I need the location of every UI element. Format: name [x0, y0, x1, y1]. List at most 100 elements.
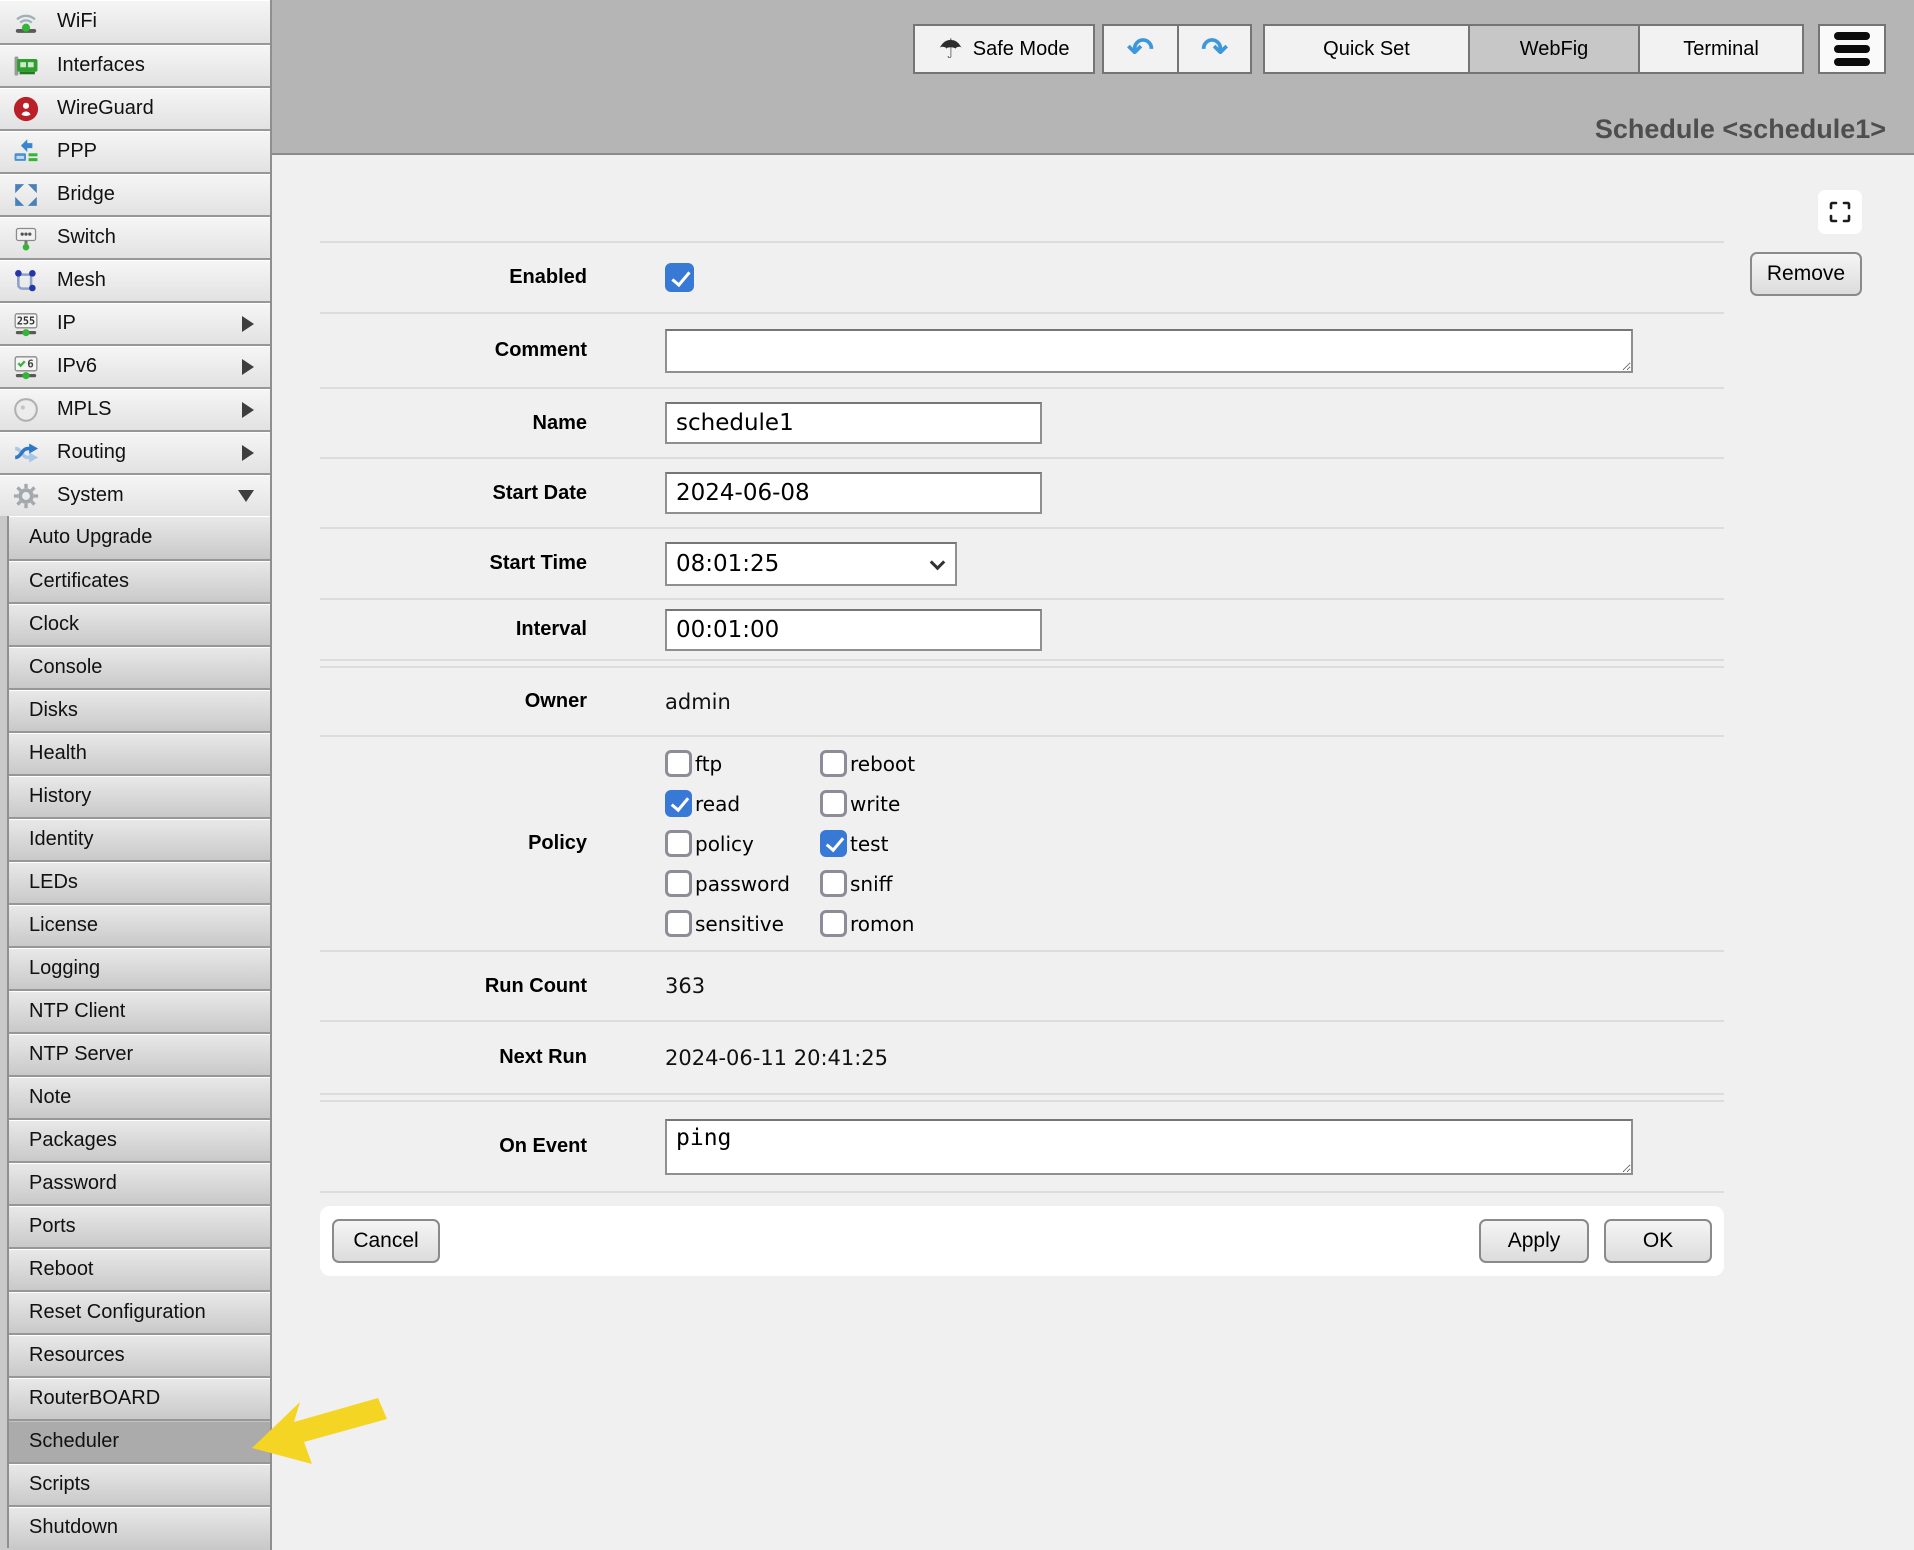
sidebar-item-label: Clock	[29, 613, 79, 636]
comment-input[interactable]	[665, 329, 1633, 373]
sidebar-item-note[interactable]: Note	[9, 1075, 270, 1118]
sidebar-item-mesh[interactable]: Mesh	[0, 258, 270, 301]
start-time-select[interactable]: 08:01:25	[665, 542, 957, 586]
safe-mode-button[interactable]: ☂ Safe Mode	[913, 24, 1095, 74]
sidebar-item-interfaces[interactable]: Interfaces	[0, 43, 270, 86]
undo-icon: ↶	[1127, 30, 1154, 68]
policy-option-reboot: reboot	[820, 750, 975, 777]
remove-button[interactable]: Remove	[1750, 252, 1862, 296]
owner-row: Owner admin	[320, 668, 1724, 735]
menu-icon	[1834, 32, 1870, 40]
sidebar-item-resources[interactable]: Resources	[9, 1333, 270, 1376]
policy-option-password: password	[665, 870, 820, 897]
sidebar-item-label: IP	[57, 312, 76, 335]
sidebar-item-label: History	[29, 785, 91, 808]
sidebar-item-routing[interactable]: Routing	[0, 430, 270, 473]
checkbox-password[interactable]	[665, 870, 692, 897]
next-run-value: 2024-06-11 20:41:25	[665, 1046, 888, 1070]
policy-option-label: test	[850, 832, 888, 856]
undo-button[interactable]: ↶	[1104, 26, 1177, 72]
sidebar-item-license[interactable]: License	[9, 903, 270, 946]
checkbox-sniff[interactable]	[820, 870, 847, 897]
name-input[interactable]	[665, 402, 1042, 444]
sidebar-item-mpls[interactable]: MPLS	[0, 387, 270, 430]
sidebar-item-system[interactable]: System	[0, 473, 270, 516]
chevron-down-icon	[238, 490, 254, 502]
sidebar-item-label: Shutdown	[29, 1516, 118, 1539]
start-date-input[interactable]	[665, 472, 1042, 514]
tab-quick-set[interactable]: Quick Set	[1265, 26, 1468, 72]
sidebar-item-label: NTP Server	[29, 1043, 133, 1066]
sidebar-item-leds[interactable]: LEDs	[9, 860, 270, 903]
checkbox-romon[interactable]	[820, 910, 847, 937]
sidebar-item-label: System	[57, 484, 124, 507]
cancel-button[interactable]: Cancel	[332, 1219, 440, 1263]
tab-terminal[interactable]: Terminal	[1638, 26, 1802, 72]
sidebar-item-reboot[interactable]: Reboot	[9, 1247, 270, 1290]
interval-input[interactable]	[665, 609, 1042, 651]
sidebar-item-label: IPv6	[57, 355, 97, 378]
checkbox-write[interactable]	[820, 790, 847, 817]
next-run-label: Next Run	[320, 1046, 587, 1069]
sidebar: WiFi Interfaces WireGuardPPP Bridge SwitchMe…	[0, 0, 272, 1550]
checkbox-test[interactable]	[820, 830, 847, 857]
fullscreen-button[interactable]	[1818, 190, 1862, 234]
sidebar-item-reset-configuration[interactable]: Reset Configuration	[9, 1290, 270, 1333]
sidebar-item-wifi[interactable]: WiFi	[0, 0, 270, 43]
sidebar-top-items: WiFi Interfaces WireGuardPPP Bridge SwitchMe…	[0, 0, 270, 516]
safe-mode-label: Safe Mode	[973, 38, 1070, 61]
sidebar-item-certificates[interactable]: Certificates	[9, 559, 270, 602]
sidebar-item-ntp-server[interactable]: NTP Server	[9, 1032, 270, 1075]
actions-bar: Cancel Apply OK	[320, 1206, 1724, 1276]
policy-option-label: write	[850, 792, 900, 816]
ipv6-icon: 6	[12, 352, 40, 382]
sidebar-item-ports[interactable]: Ports	[9, 1204, 270, 1247]
sidebar-item-shutdown[interactable]: Shutdown	[9, 1505, 270, 1548]
sidebar-item-disks[interactable]: Disks	[9, 688, 270, 731]
sidebar-item-logging[interactable]: Logging	[9, 946, 270, 989]
enabled-checkbox[interactable]	[665, 263, 694, 292]
checkbox-read[interactable]	[665, 790, 692, 817]
sidebar-item-bridge[interactable]: Bridge	[0, 172, 270, 215]
routing-icon	[12, 438, 40, 468]
sidebar-item-ip[interactable]: 255IP	[0, 301, 270, 344]
sidebar-item-wireguard[interactable]: WireGuard	[0, 86, 270, 129]
sidebar-item-clock[interactable]: Clock	[9, 602, 270, 645]
sidebar-item-packages[interactable]: Packages	[9, 1118, 270, 1161]
sidebar-item-routerboard[interactable]: RouterBOARD	[9, 1376, 270, 1419]
sidebar-item-ntp-client[interactable]: NTP Client	[9, 989, 270, 1032]
sidebar-item-scheduler[interactable]: Scheduler	[9, 1419, 270, 1462]
tab-webfig[interactable]: WebFig	[1468, 26, 1638, 72]
sidebar-item-password[interactable]: Password	[9, 1161, 270, 1204]
sidebar-item-ipv6[interactable]: 6 IPv6	[0, 344, 270, 387]
ok-button[interactable]: OK	[1604, 1219, 1712, 1263]
sidebar-item-label: Disks	[29, 699, 78, 722]
sidebar-item-history[interactable]: History	[9, 774, 270, 817]
checkbox-ftp[interactable]	[665, 750, 692, 777]
checkbox-sensitive[interactable]	[665, 910, 692, 937]
policy-option-read: read	[665, 790, 820, 817]
hamburger-menu-button[interactable]	[1818, 24, 1886, 74]
system-icon	[12, 481, 40, 511]
sidebar-item-label: Resources	[29, 1344, 125, 1367]
checkbox-reboot[interactable]	[820, 750, 847, 777]
sidebar-item-label: Bridge	[57, 183, 115, 206]
apply-button[interactable]: Apply	[1479, 1219, 1589, 1263]
wifi-icon	[12, 7, 40, 37]
checkbox-policy[interactable]	[665, 830, 692, 857]
policy-option-label: sensitive	[695, 912, 784, 936]
run-count-row: Run Count 363	[320, 950, 1724, 1020]
sidebar-item-label: Interfaces	[57, 54, 145, 77]
sidebar-item-switch[interactable]: Switch	[0, 215, 270, 258]
sidebar-item-scripts[interactable]: Scripts	[9, 1462, 270, 1505]
sidebar-item-auto-upgrade[interactable]: Auto Upgrade	[9, 516, 270, 559]
on-event-input[interactable]: ping	[665, 1119, 1633, 1175]
sidebar-item-identity[interactable]: Identity	[9, 817, 270, 860]
sidebar-item-health[interactable]: Health	[9, 731, 270, 774]
sidebar-item-console[interactable]: Console	[9, 645, 270, 688]
redo-button[interactable]: ↷	[1177, 26, 1250, 72]
sidebar-item-ppp[interactable]: PPP	[0, 129, 270, 172]
start-date-label: Start Date	[320, 482, 587, 505]
policy-option-label: ftp	[695, 752, 722, 776]
sidebar-item-label: Password	[29, 1172, 117, 1195]
